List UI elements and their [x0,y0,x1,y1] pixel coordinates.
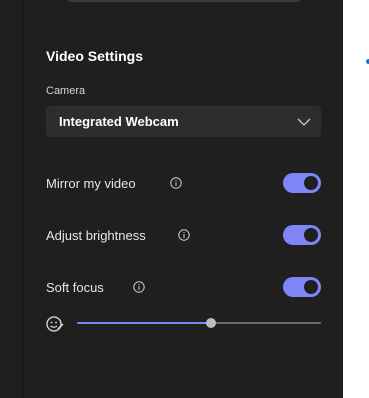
slider-fill [77,322,212,324]
face-retouch-icon [46,316,64,332]
toggle-knob [304,228,318,242]
mirror-video-row: Mirror my video [46,172,321,194]
mirror-video-toggle[interactable] [283,173,321,193]
soft-focus-row: Soft focus [46,276,321,298]
toggle-knob [304,280,318,294]
adjust-brightness-toggle[interactable] [283,225,321,245]
soft-focus-slider-row [46,313,321,333]
soft-focus-toggle[interactable] [283,277,321,297]
video-settings-panel: Video Settings Camera Integrated Webcam … [0,0,343,398]
chevron-down-icon [297,118,311,126]
info-icon[interactable] [170,177,182,189]
camera-label: Camera [46,85,86,97]
adjust-brightness-row: Adjust brightness [46,224,321,246]
mirror-video-label: Mirror my video [46,175,136,191]
info-icon[interactable] [178,229,190,241]
soft-focus-slider[interactable] [77,318,321,328]
soft-focus-label: Soft focus [46,279,104,295]
adjust-brightness-label: Adjust brightness [46,227,146,243]
slider-thumb[interactable] [206,318,217,328]
info-icon[interactable] [133,281,145,293]
camera-dropdown[interactable]: Integrated Webcam [46,106,321,137]
section-title: Video Settings [46,48,143,64]
panel-divider [22,0,23,398]
top-scroll-indicator [68,0,300,2]
toggle-knob [304,176,318,190]
camera-selected-value: Integrated Webcam [59,114,179,129]
